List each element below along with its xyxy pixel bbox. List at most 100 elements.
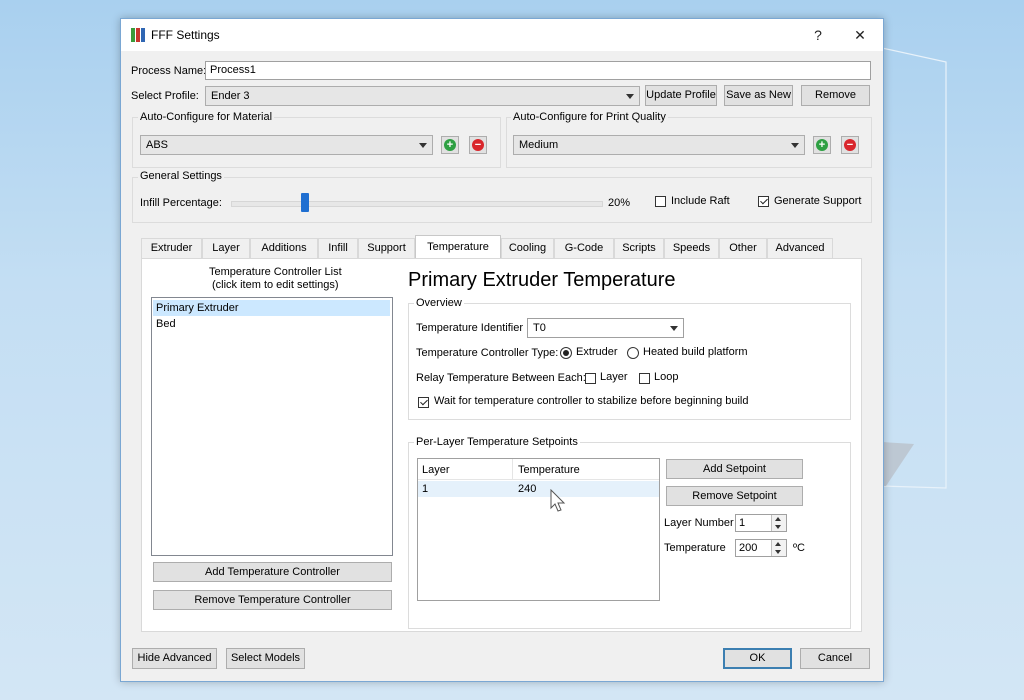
temperature-tab-panel: Temperature Controller List (click item … (141, 258, 862, 632)
hide-advanced-button[interactable]: Hide Advanced (132, 648, 217, 669)
add-material-button[interactable]: + (441, 136, 459, 154)
material-group-title: Auto-Configure for Material (138, 111, 275, 123)
save-as-new-button[interactable]: Save as New (724, 85, 793, 106)
tab-cooling[interactable]: Cooling (501, 238, 554, 258)
minus-icon: − (844, 139, 856, 151)
list-item[interactable]: Primary Extruder (153, 300, 390, 316)
relay-loop-checkbox[interactable] (639, 373, 650, 384)
overview-title: Overview (414, 297, 464, 309)
chevron-down-icon (419, 143, 427, 148)
material-select-value: ABS (146, 139, 169, 151)
help-button[interactable]: ? (803, 25, 833, 45)
spin-arrows-icon[interactable] (771, 540, 786, 556)
controller-list[interactable]: Primary Extruder Bed (151, 297, 393, 556)
plus-icon: + (816, 139, 828, 151)
wait-stabilize-checkbox[interactable] (418, 397, 429, 408)
temperature-setpoint-label: Temperature (664, 542, 726, 554)
chevron-down-icon (626, 94, 634, 99)
controller-type-label: Temperature Controller Type: (416, 347, 559, 359)
col-header-temperature[interactable]: Temperature (518, 464, 580, 476)
tab-temperature[interactable]: Temperature (415, 235, 501, 259)
col-header-layer[interactable]: Layer (422, 464, 450, 476)
tab-g-code[interactable]: G-Code (554, 238, 614, 258)
update-profile-button[interactable]: Update Profile (645, 85, 717, 106)
app-icon (131, 28, 145, 42)
add-setpoint-button[interactable]: Add Setpoint (666, 459, 803, 479)
infill-label: Infill Percentage: (140, 197, 222, 209)
layer-number-value: 1 (739, 517, 746, 529)
layer-number-label: Layer Number (664, 517, 734, 529)
include-raft-checkbox[interactable] (655, 196, 666, 207)
row-temperature-cell: 240 (518, 483, 537, 495)
setpoints-title: Per-Layer Temperature Setpoints (414, 436, 580, 448)
remove-profile-button[interactable]: Remove (801, 85, 870, 106)
tab-advanced[interactable]: Advanced (767, 238, 833, 258)
setpoints-table[interactable]: Layer Temperature 1 240 (417, 458, 660, 601)
quality-select-value: Medium (519, 139, 559, 151)
infill-slider-thumb[interactable] (301, 193, 309, 212)
profile-select[interactable]: Ender 3 (205, 86, 640, 106)
extruder-radio-label: Extruder (576, 346, 618, 358)
add-quality-button[interactable]: + (813, 136, 831, 154)
cancel-button[interactable]: Cancel (800, 648, 870, 669)
general-settings-title: General Settings (138, 170, 224, 182)
process-name-label: Process Name: (131, 65, 207, 77)
tab-layer[interactable]: Layer (202, 238, 250, 258)
temperature-identifier-value: T0 (533, 322, 546, 334)
tab-scripts[interactable]: Scripts (614, 238, 664, 258)
table-row[interactable]: 1 240 (418, 481, 659, 497)
tab-support[interactable]: Support (358, 238, 415, 258)
relay-layer-label: Layer (600, 371, 628, 383)
include-raft-label: Include Raft (671, 195, 730, 207)
layer-number-spinner[interactable]: 1 (735, 514, 787, 532)
tab-speeds[interactable]: Speeds (664, 238, 719, 258)
profile-select-value: Ender 3 (211, 90, 250, 102)
generate-support-label: Generate Support (774, 195, 862, 207)
temperature-heading: Primary Extruder Temperature (408, 269, 676, 291)
select-models-button[interactable]: Select Models (226, 648, 305, 669)
temperature-spinner[interactable]: 200 (735, 539, 787, 557)
quality-group-title: Auto-Configure for Print Quality (511, 111, 668, 123)
chevron-down-icon (670, 326, 678, 331)
quality-select[interactable]: Medium (513, 135, 805, 155)
temperature-identifier-label: Temperature Identifier (416, 322, 523, 334)
row-layer-cell: 1 (422, 483, 429, 495)
table-header: Layer Temperature (418, 459, 659, 480)
title-bar: FFF Settings ? ✕ (121, 19, 883, 51)
remove-quality-button[interactable]: − (841, 136, 859, 154)
temperature-identifier-select[interactable]: T0 (527, 318, 684, 338)
spin-arrows-icon[interactable] (771, 515, 786, 531)
remove-temperature-controller-button[interactable]: Remove Temperature Controller (153, 590, 392, 610)
controller-list-subtitle: (click item to edit settings) (212, 279, 339, 291)
window-title: FFF Settings (151, 28, 220, 42)
extruder-radio[interactable] (560, 347, 572, 359)
plus-icon: + (444, 139, 456, 151)
ok-button[interactable]: OK (723, 648, 792, 669)
heated-platform-radio[interactable] (627, 347, 639, 359)
wait-stabilize-label: Wait for temperature controller to stabi… (434, 395, 749, 407)
relay-layer-checkbox[interactable] (585, 373, 596, 384)
tab-extruder[interactable]: Extruder (141, 238, 202, 258)
close-button[interactable]: ✕ (845, 25, 875, 45)
tab-infill[interactable]: Infill (318, 238, 358, 258)
list-item[interactable]: Bed (153, 316, 390, 332)
column-divider (512, 459, 513, 479)
relay-label: Relay Temperature Between Each: (416, 372, 586, 384)
material-select[interactable]: ABS (140, 135, 433, 155)
infill-value: 20% (608, 197, 631, 209)
tab-additions[interactable]: Additions (250, 238, 318, 258)
temperature-value: 200 (739, 542, 758, 554)
heated-platform-radio-label: Heated build platform (643, 346, 748, 358)
remove-setpoint-button[interactable]: Remove Setpoint (666, 486, 803, 506)
infill-slider-track[interactable] (231, 201, 603, 207)
tab-other[interactable]: Other (719, 238, 767, 258)
mouse-cursor-icon (550, 489, 566, 512)
process-name-input[interactable]: Process1 (205, 61, 871, 80)
generate-support-checkbox[interactable] (758, 196, 769, 207)
add-temperature-controller-button[interactable]: Add Temperature Controller (153, 562, 392, 582)
fff-settings-dialog: FFF Settings ? ✕ Process Name: Process1 … (120, 18, 884, 682)
temperature-unit: ºC (793, 542, 805, 554)
select-profile-label: Select Profile: (131, 90, 199, 102)
remove-material-button[interactable]: − (469, 136, 487, 154)
minus-icon: − (472, 139, 484, 151)
